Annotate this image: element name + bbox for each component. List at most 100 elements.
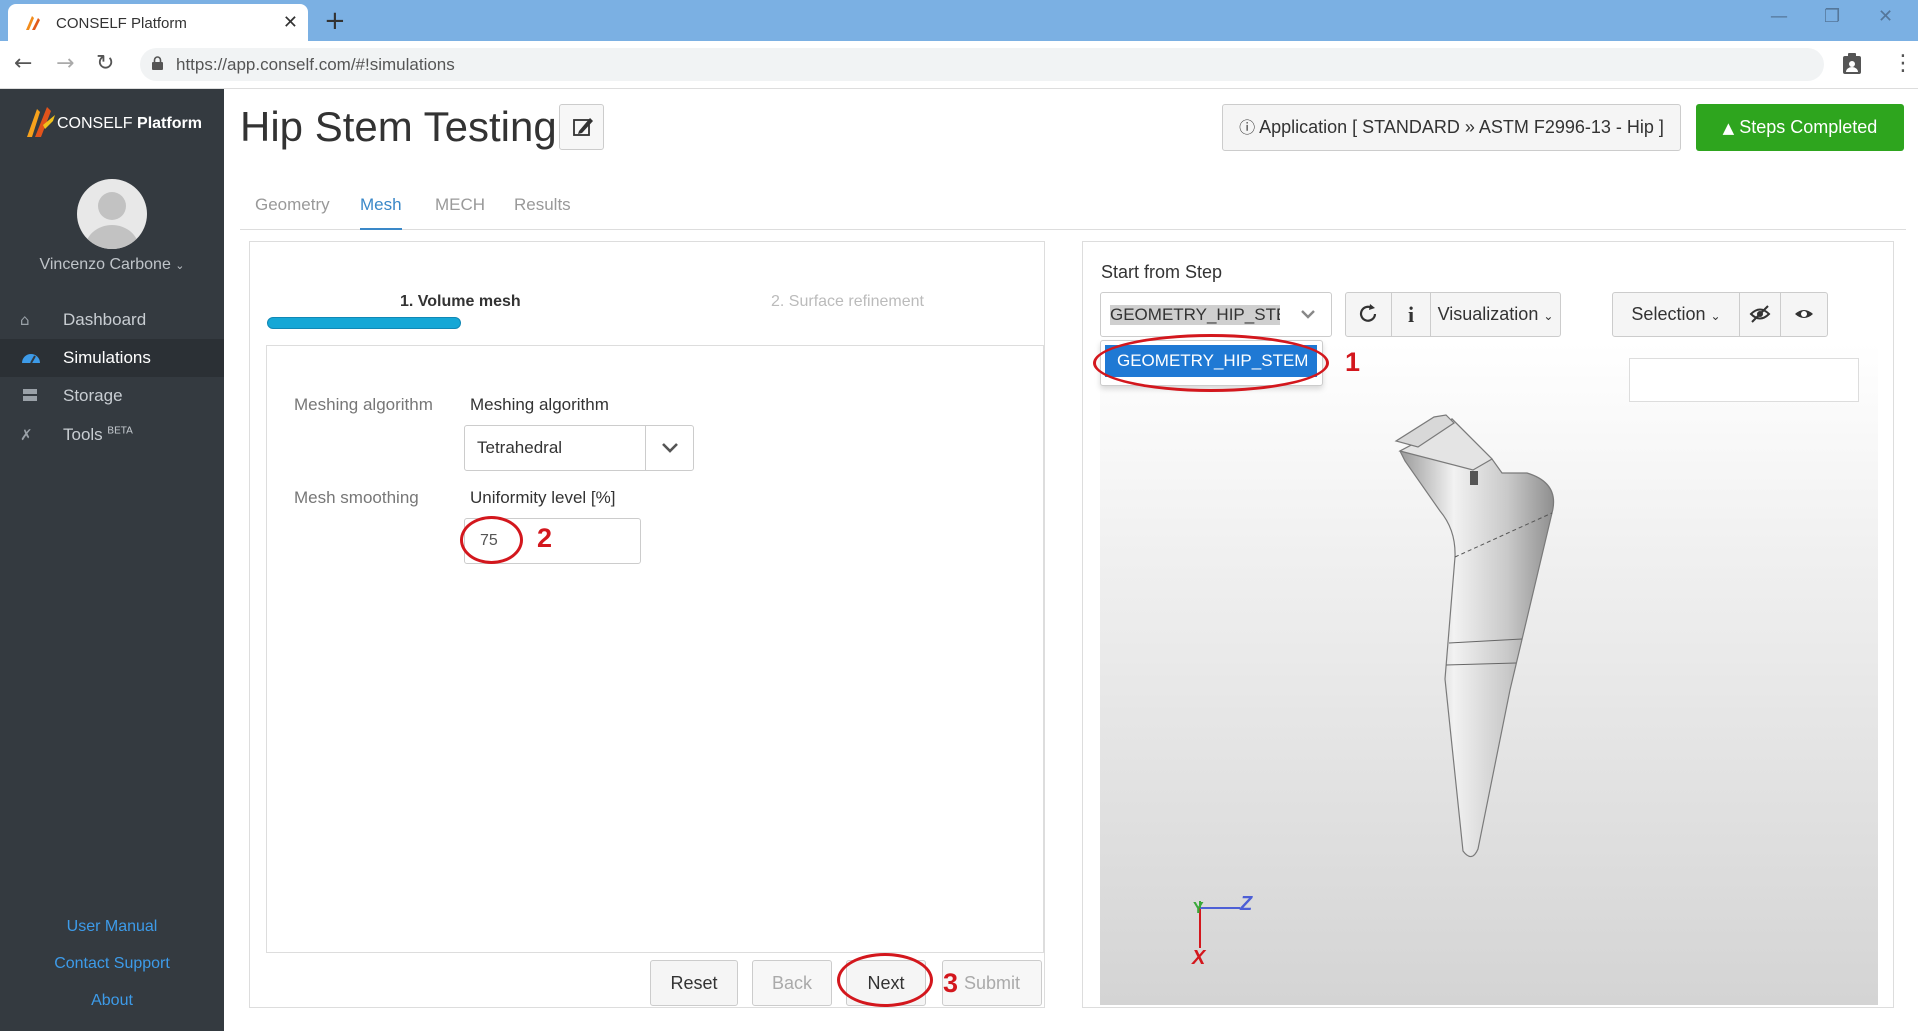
meshing-algorithm-row-label: Meshing algorithm [294, 395, 433, 414]
reload-icon[interactable]: ↻ [96, 51, 114, 76]
tab-results[interactable]: Results [514, 195, 571, 230]
tab-geometry[interactable]: Geometry [255, 195, 330, 230]
address-bar-row: ← → ↻ https://app.conself.com/#!simulati… [0, 41, 1918, 89]
restore-icon[interactable]: ❐ [1824, 6, 1840, 27]
sidebar: CONSELF Platform Vincenzo Carbone ⌄ ⌂ Da… [0, 89, 224, 1031]
axis-y-label: Y [1193, 900, 1204, 917]
chevron-down-icon [662, 443, 678, 453]
edit-pencil-icon [573, 118, 593, 136]
visualization-label: Visualization [1437, 304, 1539, 324]
start-from-step-label: Start from Step [1101, 262, 1223, 282]
main-tabs: Geometry Mesh MECH Results [240, 192, 1906, 230]
info-circle-icon: ⓘ [1239, 118, 1256, 137]
application-label: Application [ STANDARD » ASTM F2996-13 -… [1259, 117, 1664, 137]
contact-support-link[interactable]: Contact Support [0, 955, 224, 973]
meshing-algorithm-field-label: Meshing algorithm [470, 395, 609, 414]
selection-label: Selection [1631, 304, 1706, 324]
url-input[interactable]: https://app.conself.com/#!simulations [140, 48, 1824, 81]
about-link[interactable]: About [0, 992, 224, 1010]
annotation-number-2: 2 [537, 523, 553, 553]
sidebar-item-storage[interactable]: Storage [0, 377, 224, 415]
annotation-circle-3 [837, 953, 933, 1007]
chevron-down-icon [1301, 310, 1315, 319]
conself-logo-icon [27, 107, 55, 137]
reset-button[interactable]: Reset [650, 960, 738, 1006]
sidebar-item-dashboard[interactable]: ⌂ Dashboard [0, 301, 224, 339]
visualization-dropdown[interactable]: Visualization ⌄ [1430, 292, 1561, 337]
refresh-button[interactable] [1345, 292, 1392, 337]
uniformity-level-field-label: Uniformity level [%] [470, 488, 616, 507]
sidebar-item-label: Dashboard [63, 310, 147, 329]
select-toggle[interactable] [1286, 293, 1331, 336]
tools-icon: ✗ [20, 426, 33, 444]
steps-completed-button[interactable]: ▲ Steps Completed [1696, 104, 1904, 151]
dashboard-gauge-icon [22, 354, 40, 364]
eye-icon [1795, 310, 1813, 318]
sidebar-item-label: Tools BETA [63, 425, 133, 444]
sidebar-item-tools[interactable]: ✗ Tools BETA [0, 416, 224, 454]
bell-icon: ▲ [1722, 119, 1735, 137]
new-tab-button[interactable]: + [324, 6, 346, 36]
profile-clipboard-icon[interactable] [1842, 53, 1862, 75]
edit-title-button[interactable] [559, 104, 604, 150]
axis-z-label: Z [1239, 893, 1253, 915]
back-button[interactable]: Back [752, 960, 832, 1006]
storage-icon [23, 389, 37, 401]
wizard-step-volume-mesh[interactable]: 1. Volume mesh [400, 293, 521, 311]
user-menu[interactable]: Vincenzo Carbone ⌄ [0, 256, 224, 274]
chevron-down-icon: ⌄ [175, 260, 185, 272]
beta-badge: BETA [107, 425, 133, 437]
browser-menu-icon[interactable]: ⋮ [1892, 51, 1914, 76]
hide-button[interactable] [1739, 292, 1781, 337]
meshing-algorithm-value: Tetrahedral [477, 438, 563, 457]
selected-step-value: GEOMETRY_HIP_STEM [1110, 305, 1280, 325]
selection-dropdown[interactable]: Selection ⌄ [1612, 292, 1740, 337]
forward-arrow-icon[interactable]: → [56, 51, 74, 76]
axis-triad [1199, 901, 1240, 948]
volume-mesh-form: Meshing algorithm Meshing algorithm Tetr… [266, 345, 1044, 953]
axis-x-label: X [1191, 947, 1207, 969]
wizard-step-surface-refinement[interactable]: 2. Surface refinement [771, 293, 924, 311]
url-text: https://app.conself.com/#!simulations [176, 55, 455, 74]
show-button[interactable] [1780, 292, 1828, 337]
browser-tab[interactable]: CONSELF Platform ✕ [8, 4, 308, 41]
viewer-panel: Start from Step GEOMETRY_HIP_STEM i Visu… [1082, 241, 1894, 1008]
lock-icon [152, 56, 163, 70]
viewer-overlay-box [1629, 358, 1859, 402]
brand-name: CONSELF Platform [57, 115, 202, 132]
steps-completed-label: Steps Completed [1739, 117, 1878, 137]
refresh-icon [1359, 304, 1377, 322]
minimize-icon[interactable]: — [1770, 6, 1788, 27]
window-close-icon[interactable]: ✕ [1878, 6, 1893, 27]
user-silhouette-icon [85, 192, 139, 249]
select-toggle[interactable] [645, 426, 693, 470]
sidebar-item-label: Storage [63, 386, 123, 405]
application-info-button[interactable]: ⓘ Application [ STANDARD » ASTM F2996-13… [1222, 104, 1681, 151]
back-arrow-icon[interactable]: ← [14, 51, 32, 76]
page-title: Hip Stem Testing [240, 103, 557, 150]
meshing-algorithm-select[interactable]: Tetrahedral [464, 425, 694, 471]
tab-mech[interactable]: MECH [435, 195, 485, 230]
user-name: Vincenzo Carbone [39, 256, 171, 273]
info-button[interactable]: i [1391, 292, 1431, 337]
browser-tab-bar: CONSELF Platform ✕ + — ❐ ✕ [0, 0, 1918, 41]
sidebar-item-simulations[interactable]: Simulations [0, 339, 224, 377]
annotation-circle-2 [460, 516, 523, 564]
info-icon: i [1407, 302, 1415, 327]
user-manual-link[interactable]: User Manual [0, 918, 224, 936]
tab-mesh[interactable]: Mesh [360, 195, 402, 230]
chevron-down-icon: ⌄ [1710, 309, 1721, 323]
hip-stem-model[interactable]: Y Z X [1100, 343, 1878, 1005]
annotation-circle-1 [1093, 334, 1329, 392]
annotation-number-3: 3 [943, 968, 959, 998]
browser-tab-title: CONSELF Platform [56, 15, 187, 32]
sidebar-item-label: Simulations [63, 348, 151, 367]
avatar[interactable] [77, 179, 147, 249]
close-tab-icon[interactable]: ✕ [283, 12, 298, 33]
annotation-number-1: 1 [1345, 347, 1361, 377]
start-from-step-select[interactable]: GEOMETRY_HIP_STEM [1100, 292, 1332, 337]
eye-slash-icon [1749, 305, 1771, 323]
mesh-wizard-panel: 1. Volume mesh 2. Surface refinement Mes… [249, 241, 1045, 1008]
3d-viewer[interactable]: Y Z X [1100, 343, 1878, 1005]
mesh-smoothing-row-label: Mesh smoothing [294, 488, 419, 507]
